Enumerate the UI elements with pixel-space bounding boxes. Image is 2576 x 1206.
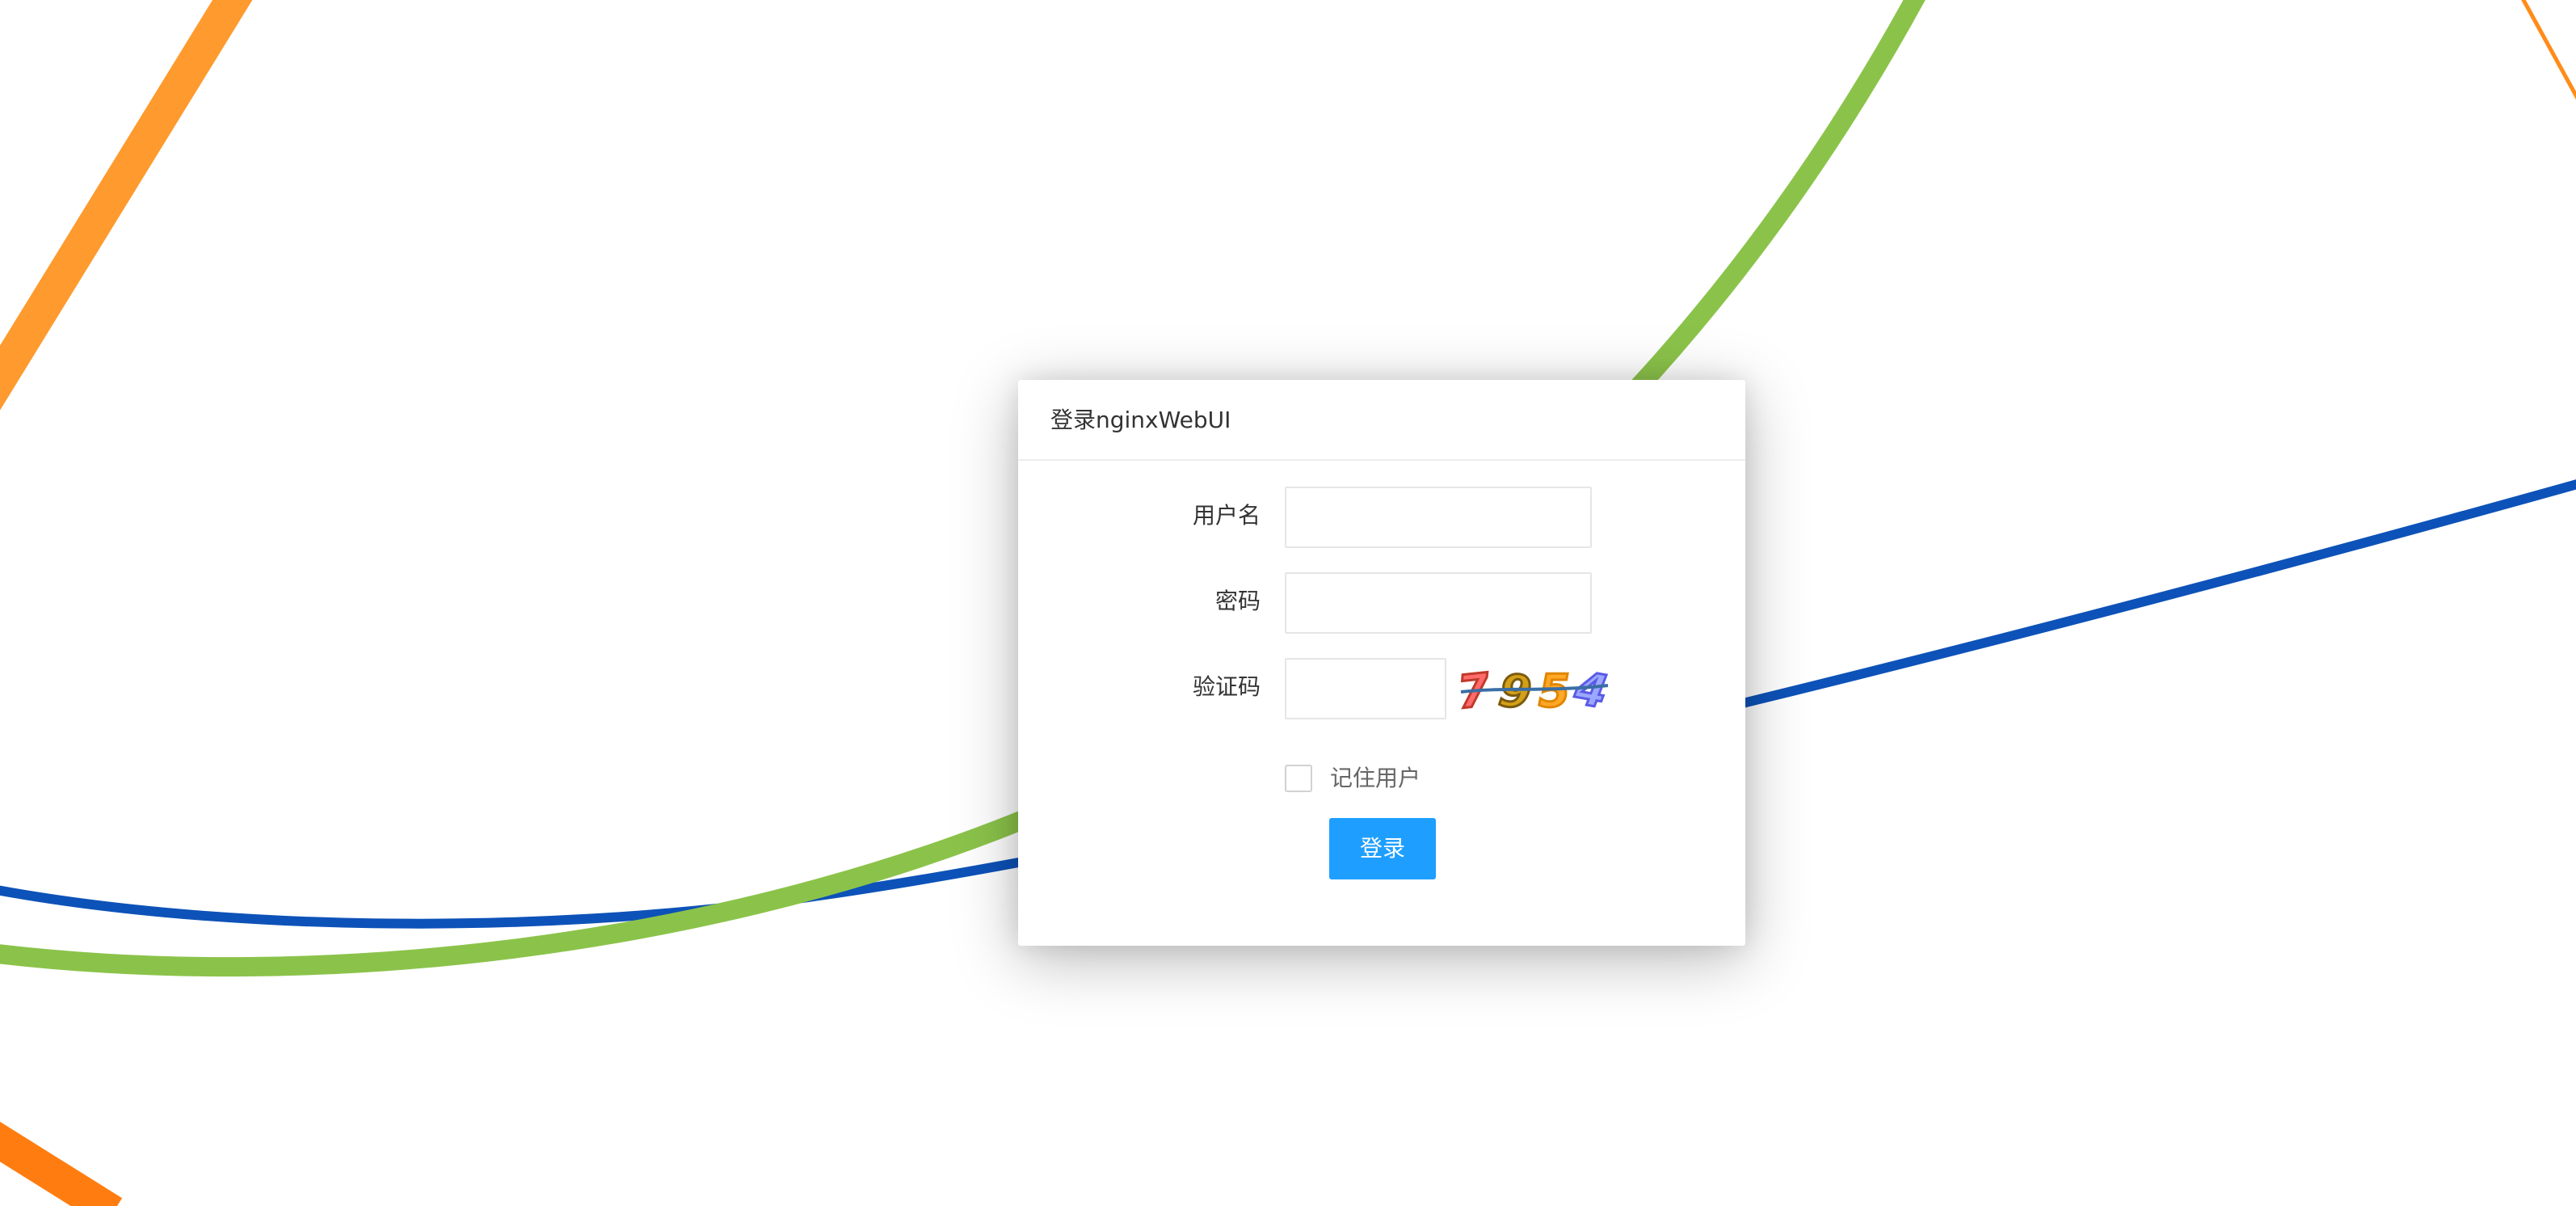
remember-label[interactable]: 记住用户 xyxy=(1330,762,1421,795)
orange-curve-top-right xyxy=(2521,0,2576,100)
captcha-image[interactable]: 7 9 5 4 xyxy=(1454,656,1616,718)
captcha-field-wrapper xyxy=(1285,658,1446,719)
captcha-digit-4: 4 xyxy=(1570,662,1611,718)
orange-curve-top-left xyxy=(0,0,253,411)
login-dialog: 登录nginxWebUI 用户名 密码 验证码 7 9 5 4 记住用户 登录 xyxy=(1018,380,1745,946)
captcha-digit-3: 5 xyxy=(1538,665,1570,718)
password-input[interactable] xyxy=(1286,574,1590,632)
password-label: 密码 xyxy=(1214,588,1261,614)
username-input[interactable] xyxy=(1286,488,1590,546)
login-button[interactable]: 登录 xyxy=(1329,818,1436,879)
remember-checkbox[interactable] xyxy=(1285,765,1312,792)
captcha-input[interactable] xyxy=(1286,660,1445,718)
username-label: 用户名 xyxy=(1192,502,1261,529)
dialog-title: 登录nginxWebUI xyxy=(1050,407,1231,433)
password-field-wrapper xyxy=(1285,572,1592,634)
orange-curve-bottom-left xyxy=(0,1121,123,1206)
dialog-header: 登录nginxWebUI xyxy=(1018,380,1745,461)
captcha-label: 验证码 xyxy=(1192,673,1261,700)
username-field-wrapper xyxy=(1285,487,1592,548)
